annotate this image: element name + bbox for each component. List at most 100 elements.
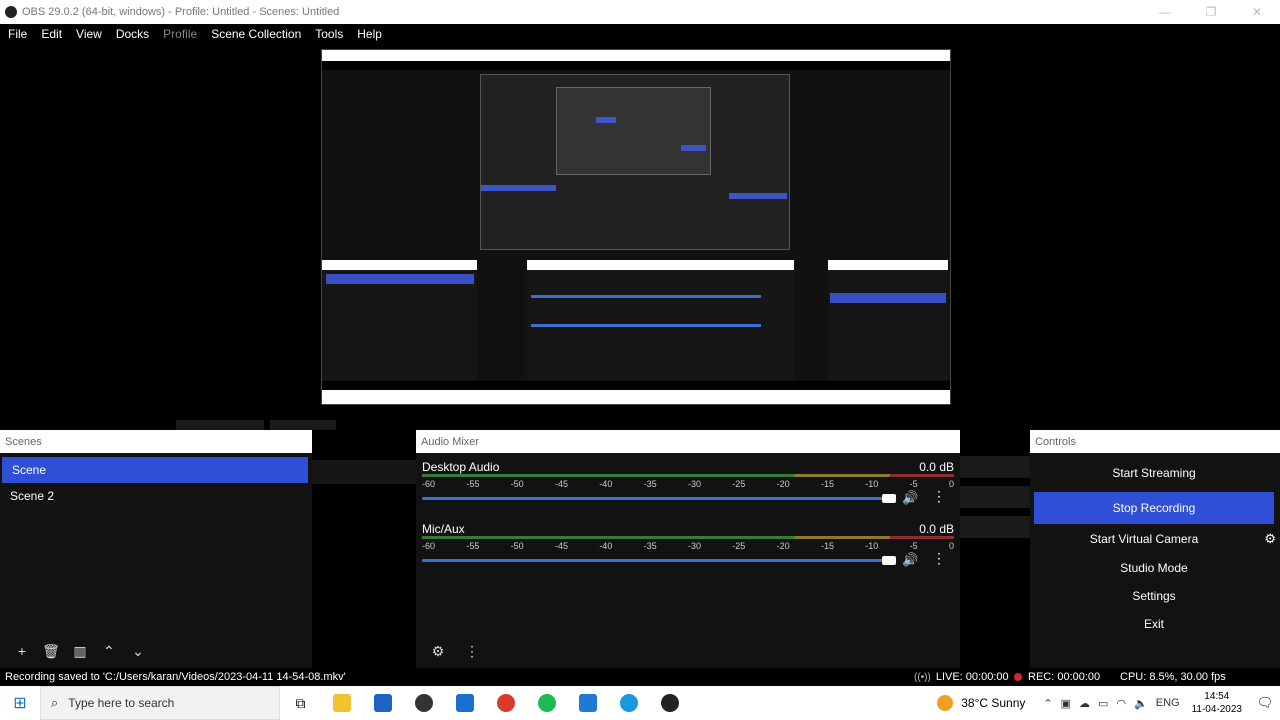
menu-scene-collection[interactable]: Scene Collection — [211, 27, 301, 41]
status-message: Recording saved to 'C:/Users/karan/Video… — [5, 671, 346, 683]
audio-mixer-panel: Audio Mixer Desktop Audio 0.0 dB -60 -55-… — [416, 430, 960, 670]
sources-area — [312, 430, 416, 670]
transition-select[interactable] — [960, 456, 1030, 478]
clock-time: 14:54 — [1204, 691, 1230, 702]
system-tray: 38°C Sunny ⌃ ▣ ☁ ▭ ◠ 🔈 ENG 14:54 11-04-2… — [937, 686, 1280, 720]
vscode-icon[interactable] — [567, 686, 608, 720]
rec-icon — [1014, 673, 1022, 681]
scene-filters-icon[interactable]: ▥ — [66, 640, 94, 662]
cpu-fps-readout: CPU: 8.5%, 30.00 fps — [1120, 671, 1226, 683]
menu-bar: File Edit View Docks Profile Scene Colle… — [0, 24, 1280, 44]
cloud-icon[interactable]: ☁ — [1079, 697, 1090, 710]
language-indicator[interactable]: ENG — [1156, 697, 1180, 709]
chevron-up-icon[interactable]: ⌃ — [1043, 697, 1052, 710]
track-db: 0.0 dB — [919, 522, 954, 536]
chrome-icon[interactable] — [485, 686, 526, 720]
live-timer: LIVE: 00:00:00 — [935, 671, 1009, 683]
exit-button[interactable]: Exit — [1034, 611, 1274, 637]
menu-docks[interactable]: Docks — [116, 27, 149, 41]
clock-date: 11-04-2023 — [1191, 704, 1242, 715]
controls-header: Controls — [1030, 430, 1280, 453]
volume-slider[interactable] — [422, 494, 896, 503]
status-bar: Recording saved to 'C:/Users/karan/Video… — [0, 668, 1280, 686]
stop-recording-button[interactable]: Stop Recording — [1034, 492, 1274, 524]
weather-widget[interactable]: 38°C Sunny — [937, 695, 1025, 711]
search-placeholder: Type here to search — [68, 696, 175, 710]
track-db: 0.0 dB — [919, 460, 954, 474]
controls-panel: Controls Start Streaming Stop Recording … — [1030, 430, 1280, 670]
volume-meter — [422, 474, 954, 477]
speaker-icon[interactable]: 🔊 — [902, 552, 918, 568]
maximize-button[interactable]: ❐ — [1188, 0, 1234, 24]
start-streaming-button[interactable]: Start Streaming — [1034, 460, 1274, 486]
menu-file[interactable]: File — [8, 27, 27, 41]
menu-edit[interactable]: Edit — [41, 27, 62, 41]
title-bar: OBS 29.0.2 (64-bit, windows) - Profile: … — [0, 0, 1280, 24]
weather-text: 38°C Sunny — [961, 696, 1026, 710]
spotify-icon[interactable] — [526, 686, 567, 720]
battery-icon[interactable]: ▭ — [1098, 697, 1108, 710]
edge-icon[interactable] — [608, 686, 649, 720]
obs-app-icon — [5, 6, 17, 18]
file-explorer-icon[interactable] — [321, 686, 362, 720]
dock-tabs-strip — [0, 414, 1280, 438]
menu-profile[interactable]: Profile — [163, 27, 197, 41]
scenes-panel: Scenes Scene Scene 2 + 🗑 ▥ ⌃ ⌄ — [0, 430, 312, 670]
windows-taskbar: ⊞ ⌕ Type here to search ⧉ 38°C Sunny ⌃ ▣… — [0, 686, 1280, 720]
mail-icon[interactable] — [444, 686, 485, 720]
wifi-icon[interactable]: ◠ — [1116, 697, 1126, 710]
sun-icon — [937, 695, 954, 711]
search-icon: ⌕ — [51, 695, 59, 710]
meter-scale: -60 -55 -50 -45 -40 -35 -30 -25 -20 -15 -10 -5 0 — [422, 479, 954, 489]
tray-app-icon[interactable]: ▣ — [1061, 697, 1071, 710]
meter-scale: -60 -55 -50 -45 -40 -35 -30 -25 -20 -15 -10 -5 0 — [422, 541, 954, 551]
add-scene-icon[interactable]: + — [8, 640, 36, 662]
window-title: OBS 29.0.2 (64-bit, windows) - Profile: … — [22, 6, 340, 18]
slider-handle[interactable] — [882, 556, 896, 565]
rec-timer: REC: 00:00:00 — [1028, 671, 1101, 683]
windows-start-icon[interactable]: ⊞ — [0, 686, 40, 720]
settings-button[interactable]: Settings — [1034, 583, 1274, 609]
clock[interactable]: 14:54 11-04-2023 — [1192, 690, 1242, 716]
speaker-icon[interactable]: 🔊 — [902, 490, 918, 506]
preview-display[interactable] — [321, 49, 951, 405]
mixer-settings-icon[interactable]: ⚙ — [424, 640, 452, 662]
scenes-header: Scenes — [0, 430, 312, 453]
volume-icon[interactable]: 🔈 — [1134, 697, 1148, 710]
mixer-track-desktop-audio: Desktop Audio 0.0 dB -60 -55 -50 -45 -40 -35-… — [416, 453, 960, 515]
move-down-icon[interactable]: ⌄ — [124, 640, 152, 662]
studio-mode-button[interactable]: Studio Mode — [1034, 555, 1274, 581]
volume-slider[interactable] — [422, 556, 896, 565]
audio-mixer-header: Audio Mixer — [416, 430, 960, 453]
menu-view[interactable]: View — [76, 27, 102, 41]
store-icon[interactable] — [362, 686, 403, 720]
track-name: Mic/Aux — [422, 522, 465, 536]
virtual-camera-settings-icon[interactable]: ⚙ — [1264, 531, 1276, 547]
minimize-button[interactable]: — — [1142, 0, 1188, 24]
menu-tools[interactable]: Tools — [315, 27, 343, 41]
live-icon: ((•)) — [914, 671, 931, 683]
transition-duration[interactable] — [960, 486, 1030, 508]
dell-icon[interactable] — [403, 686, 444, 720]
taskbar-search-box[interactable]: ⌕ Type here to search — [40, 686, 280, 720]
track-menu-icon[interactable]: ⋮ — [932, 488, 946, 504]
transition-properties[interactable] — [960, 516, 1030, 538]
start-virtual-camera-button[interactable]: Start Virtual Camera — [1034, 526, 1254, 552]
task-view-icon[interactable]: ⧉ — [280, 686, 321, 720]
scene-item-scene[interactable]: Scene — [2, 457, 308, 483]
menu-help[interactable]: Help — [357, 27, 382, 41]
track-name: Desktop Audio — [422, 460, 500, 474]
volume-meter — [422, 536, 954, 539]
slider-handle[interactable] — [882, 494, 896, 503]
track-menu-icon[interactable]: ⋮ — [932, 550, 946, 566]
notifications-icon[interactable]: 🗨 — [1250, 695, 1280, 711]
mixer-track-mic-aux: Mic/Aux 0.0 dB -60 -55 -50 -45 -40 -35 -30 -25-… — [416, 515, 960, 577]
close-button[interactable]: ✕ — [1234, 0, 1280, 24]
transitions-area — [960, 430, 1030, 670]
remove-scene-icon[interactable]: 🗑 — [37, 640, 65, 662]
mixer-menu-icon[interactable]: ⋮ — [458, 640, 486, 662]
preview-area[interactable] — [0, 44, 1280, 414]
obs-icon[interactable] — [649, 686, 690, 720]
move-up-icon[interactable]: ⌃ — [95, 640, 123, 662]
scene-item-scene-2[interactable]: Scene 2 — [0, 483, 312, 509]
